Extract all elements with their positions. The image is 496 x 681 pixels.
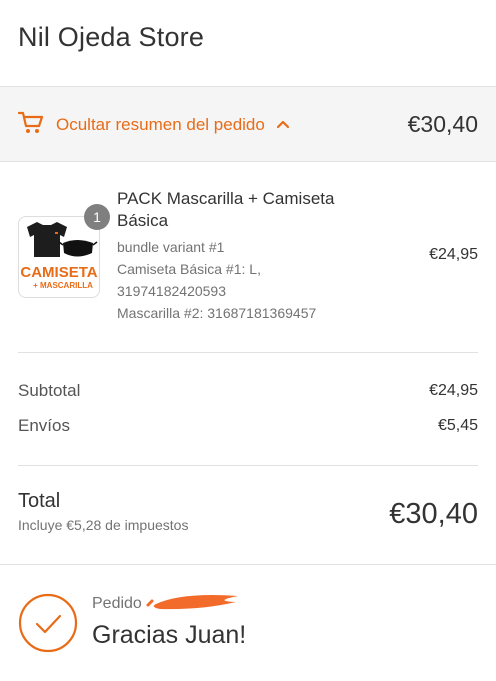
- divider: [18, 465, 478, 466]
- store-name: Nil Ojeda Store: [18, 22, 205, 52]
- order-confirmation: Pedido Gracias Juan!: [0, 564, 496, 681]
- total-value: €30,40: [389, 498, 478, 530]
- check-circle-icon: [18, 593, 78, 653]
- thumbnail-text-2: + MASCARILLA: [33, 281, 93, 290]
- tax-note: Incluye €5,28 de impuestos: [18, 517, 189, 533]
- thank-you-message: Gracias Juan!: [92, 621, 247, 649]
- subtotal-label: Subtotal: [18, 381, 81, 400]
- product-price: €24,95: [429, 246, 478, 263]
- divider: [18, 352, 478, 353]
- variant-line: Camiseta Básica #1: L,: [117, 261, 261, 277]
- redaction-mark: [146, 595, 238, 610]
- total-label: Total: [18, 490, 61, 512]
- subtotal-value: €24,95: [429, 382, 478, 399]
- shipping-label: Envíos: [18, 416, 70, 435]
- order-summary-toggle[interactable]: Ocultar resumen del pedido €30,40: [0, 86, 496, 162]
- cart-icon: [18, 111, 44, 133]
- store-header: Nil Ojeda Store: [0, 0, 496, 85]
- product-line-item: CAMISETA + MASCARILLA 1 PACK Mascarilla …: [0, 180, 496, 340]
- product-image: CAMISETA + MASCARILLA: [20, 222, 98, 290]
- product-thumbnail: CAMISETA + MASCARILLA: [18, 216, 100, 298]
- shipping-value: €5,45: [437, 417, 478, 434]
- product-name: PACK Mascarilla + Camiseta Básica: [117, 189, 335, 230]
- product-variant: bundle variant #1 Camiseta Básica #1: L,…: [117, 236, 367, 324]
- variant-line: bundle variant #1: [117, 239, 225, 255]
- variant-line: 31974182420593: [117, 283, 227, 299]
- chevron-up-icon: [277, 120, 289, 129]
- variant-line: Mascarilla #2: 31687181369457: [117, 305, 317, 321]
- quantity-badge: 1: [84, 204, 110, 230]
- thumbnail-text-1: CAMISETA: [20, 264, 97, 281]
- toggle-summary-label[interactable]: Ocultar resumen del pedido: [56, 115, 265, 135]
- summary-total: €30,40: [407, 111, 478, 137]
- order-number-label: Pedido: [92, 595, 142, 612]
